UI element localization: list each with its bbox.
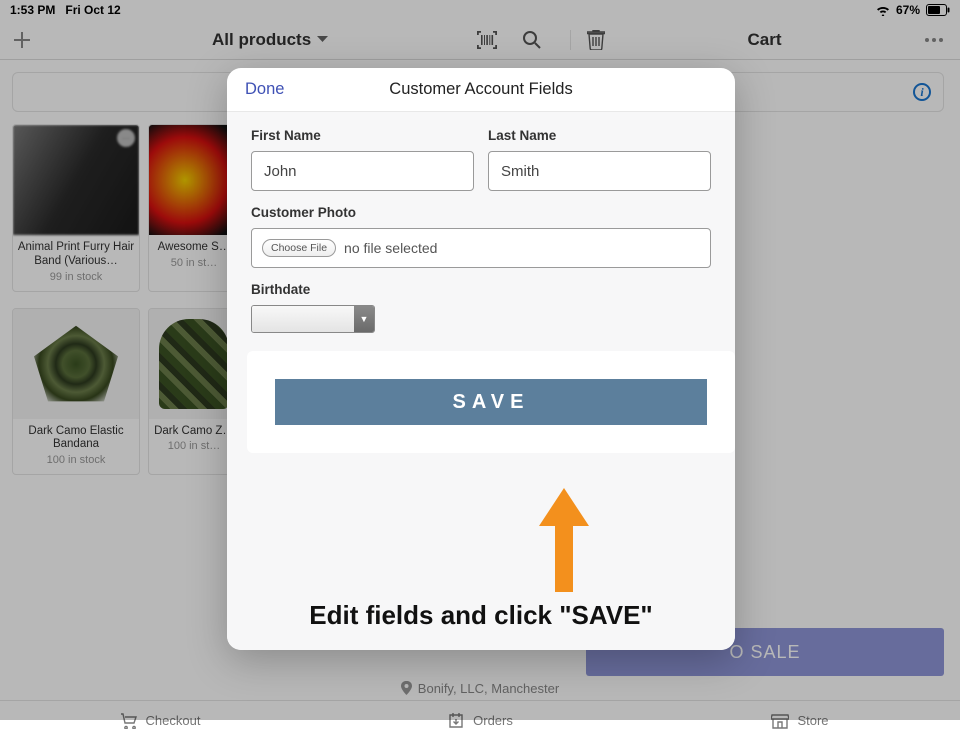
save-label: SAVE [453, 391, 530, 414]
first-name-input[interactable] [251, 151, 474, 191]
photo-label: Customer Photo [251, 205, 711, 220]
done-button[interactable]: Done [245, 80, 284, 99]
annotation-text: Edit fields and click "SAVE" [227, 600, 735, 631]
modal-header: Done Customer Account Fields [227, 68, 735, 112]
chevron-down-icon: ▼ [354, 306, 374, 332]
annotation-arrow-icon [539, 488, 589, 592]
last-name-input[interactable] [488, 151, 711, 191]
modal-title: Customer Account Fields [227, 80, 735, 99]
save-button[interactable]: SAVE [275, 379, 707, 425]
customer-fields-modal: Done Customer Account Fields First Name … [227, 68, 735, 650]
last-name-label: Last Name [488, 128, 711, 143]
birthdate-select[interactable]: ▼ [251, 305, 375, 333]
photo-file-input[interactable]: Choose File no file selected [251, 228, 711, 268]
birthdate-label: Birthdate [251, 282, 711, 297]
file-status-text: no file selected [344, 240, 437, 256]
first-name-label: First Name [251, 128, 474, 143]
choose-file-button[interactable]: Choose File [262, 239, 336, 257]
modal-body: First Name Last Name Customer Photo Choo… [227, 112, 735, 650]
